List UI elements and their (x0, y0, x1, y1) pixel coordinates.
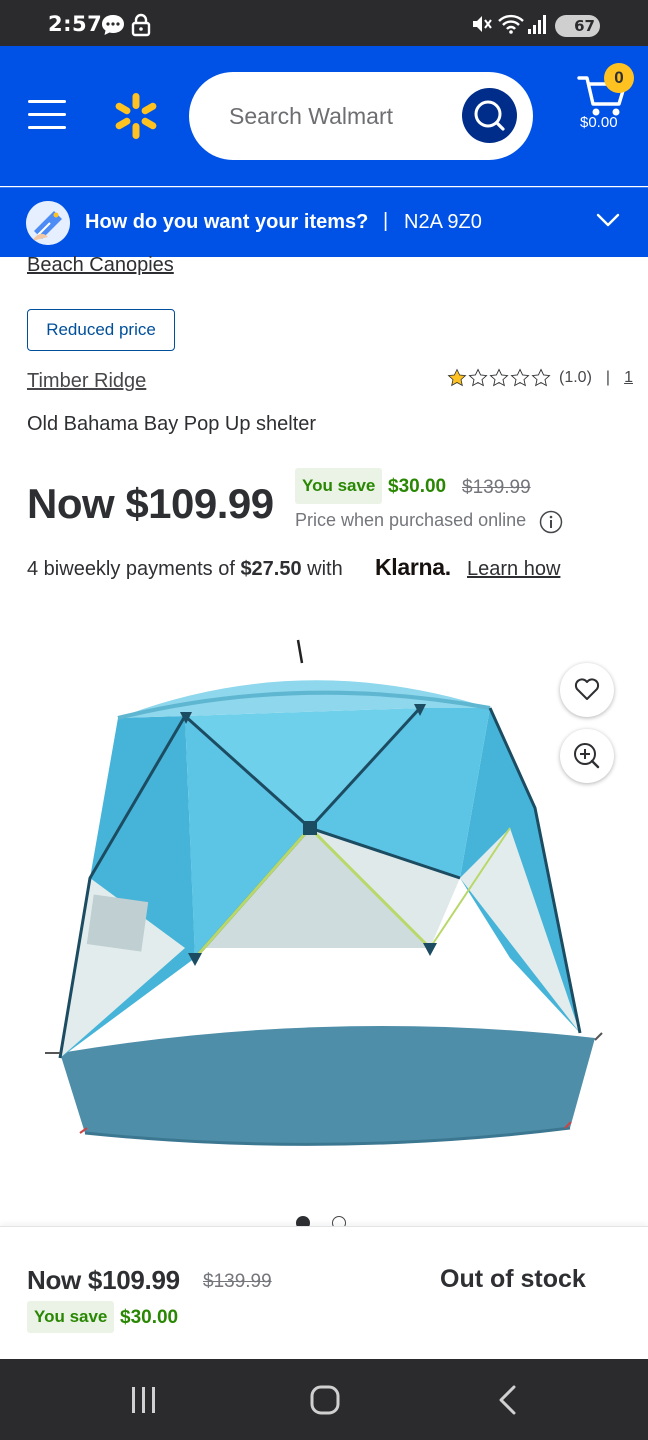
rating-average: (1.0) (559, 369, 592, 386)
delivery-question: How do you want your items? (85, 211, 369, 233)
reduced-price-badge: Reduced price (27, 309, 175, 351)
wifi-icon (498, 14, 524, 34)
search-button[interactable] (462, 88, 517, 143)
search-input[interactable] (229, 98, 449, 134)
sticky-was-price: $139.99 (203, 1271, 272, 1292)
back-icon[interactable] (494, 1383, 522, 1417)
cart-total: $0.00 (580, 114, 618, 131)
search-icon (474, 100, 505, 131)
zoom-button[interactable] (560, 729, 614, 783)
sticky-save-amount: $30.00 (120, 1307, 179, 1328)
save-amount: $30.00 (388, 476, 447, 497)
sticky-current-price: Now $109.99 (27, 1265, 180, 1295)
rating-summary[interactable]: (1.0) | 1 (447, 368, 633, 388)
system-nav-bar (0, 1359, 648, 1440)
chevron-down-icon (596, 213, 620, 227)
star-empty-icon (510, 368, 530, 387)
rating-stars (447, 368, 551, 388)
sticky-you-save-tag: You save (27, 1301, 115, 1333)
you-save-tag: You save (295, 468, 383, 504)
battery-icon: 67 (555, 15, 600, 37)
status-time: 2:57 (48, 12, 103, 36)
learn-how-link[interactable]: Learn how (467, 558, 560, 581)
delivery-illustration-icon (26, 201, 70, 245)
mute-icon (473, 16, 492, 32)
menu-icon (28, 100, 66, 103)
cart-count-badge: 0 (604, 63, 634, 93)
search-box (189, 72, 533, 160)
product-image[interactable] (30, 628, 630, 1158)
installment-text: 4 biweekly payments of $27.50 with (27, 558, 343, 580)
sticky-price-bar: Now $109.99 $139.99 You save $30.00 Out … (0, 1226, 648, 1359)
delivery-separator: | (383, 210, 389, 232)
info-icon[interactable] (539, 510, 563, 534)
chat-icon (102, 15, 124, 35)
current-price: Now $109.99 (27, 480, 274, 527)
star-filled-icon (447, 368, 467, 387)
status-bar: 2:57 67 (0, 0, 648, 46)
signal-icon (528, 15, 546, 34)
favorite-button[interactable] (560, 663, 614, 717)
star-empty-icon (468, 368, 488, 387)
klarna-logo: Klarna. (375, 554, 451, 580)
walmart-spark-logo[interactable] (112, 92, 160, 140)
recents-icon[interactable] (128, 1383, 160, 1417)
delivery-selector[interactable]: How do you want your items? | N2A 9Z0 (0, 187, 648, 257)
home-icon[interactable] (308, 1383, 342, 1417)
heart-icon (574, 678, 600, 700)
lock-icon (131, 13, 151, 37)
breadcrumb[interactable]: Beach Canopies (27, 254, 174, 277)
zoom-in-icon (574, 743, 600, 769)
rating-separator: | (605, 369, 611, 386)
delivery-zip: N2A 9Z0 (404, 211, 482, 233)
was-price: $139.99 (462, 477, 531, 498)
header: 0 $0.00 (0, 46, 648, 186)
product-title: Old Bahama Bay Pop Up shelter (27, 413, 317, 435)
star-empty-icon (489, 368, 509, 387)
review-count-link[interactable]: 1 (624, 369, 633, 387)
price-note: Price when purchased online (295, 510, 527, 530)
availability-status: Out of stock (440, 1265, 586, 1293)
star-empty-icon (531, 368, 551, 387)
installment-amount: $27.50 (240, 558, 302, 580)
menu-button[interactable] (28, 100, 66, 130)
brand-link[interactable]: Timber Ridge (27, 370, 146, 393)
